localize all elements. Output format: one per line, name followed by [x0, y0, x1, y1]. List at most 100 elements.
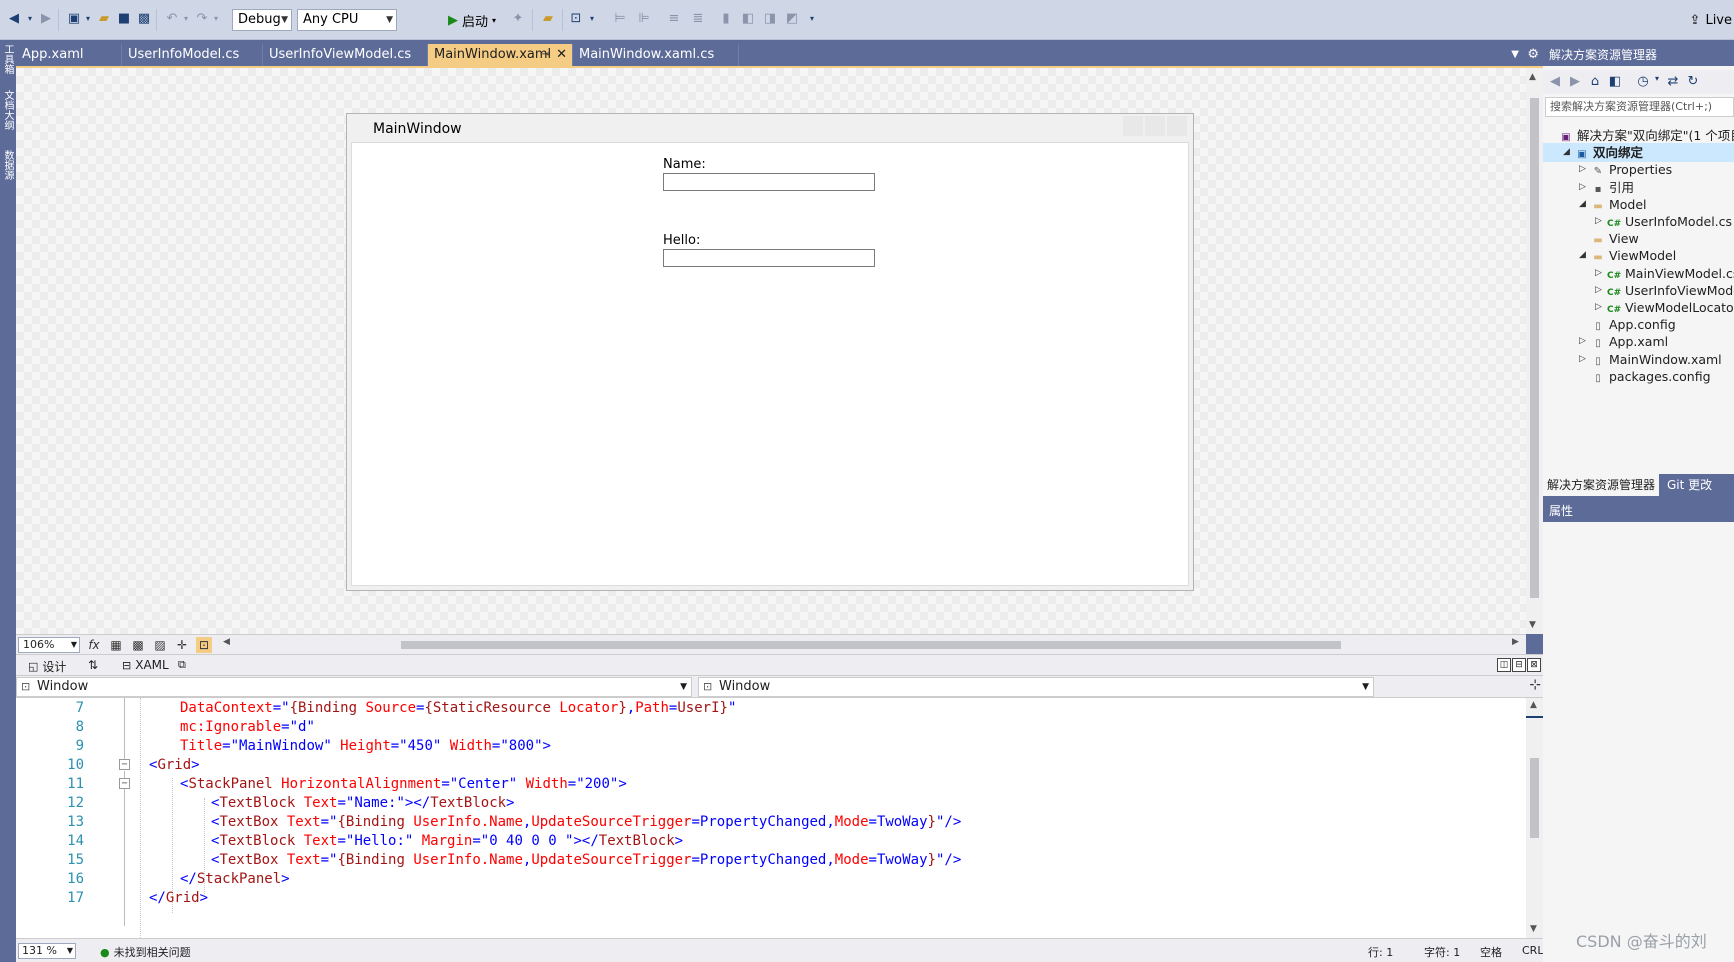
refresh-icon[interactable]: ↻	[1685, 74, 1701, 89]
name-label[interactable]: Name:	[663, 157, 706, 172]
fire-icon[interactable]: ✦	[510, 11, 526, 27]
sync-icon[interactable]: ⇄	[1665, 74, 1681, 89]
tree-item[interactable]: ▯ packages.config	[1543, 367, 1734, 386]
rail-document-outline[interactable]: 文档大纲	[1, 90, 15, 130]
swap-panes-button[interactable]: ⇅	[88, 658, 98, 672]
collapsed-arrow-icon[interactable]: ▷	[1595, 212, 1602, 231]
tree-item[interactable]: ▬ View	[1543, 229, 1734, 248]
code-line[interactable]: 15 <TextBox Text="{Binding UserInfo.Name,…	[16, 850, 1526, 871]
start-dropdown-icon[interactable]: ▾	[492, 16, 496, 25]
hello-label[interactable]: Hello:	[663, 233, 700, 248]
collapsed-arrow-icon[interactable]: ▷	[1595, 298, 1602, 317]
tab-solution-explorer[interactable]: 解决方案资源管理器	[1543, 474, 1660, 496]
tree-item[interactable]: ◢ ▬ ViewModel	[1543, 246, 1734, 265]
gear-icon[interactable]: ⚙	[1527, 44, 1539, 66]
tree-item[interactable]: ▷ C# UserInfoModel.cs	[1543, 212, 1734, 231]
formula-icon[interactable]: fx	[86, 637, 102, 653]
tree-item[interactable]: ▷C#ViewModelLocator.cs	[1543, 298, 1734, 317]
open-file-icon[interactable]: ▰	[96, 11, 112, 27]
collapse-icon[interactable]: −	[119, 778, 130, 789]
forward-icon[interactable]: ▶	[38, 11, 54, 27]
tab-git-changes[interactable]: Git 更改	[1663, 474, 1716, 496]
config-combo[interactable]: Debug ▼	[232, 9, 292, 31]
collapse-icon[interactable]: −	[119, 759, 130, 770]
solution-search-input[interactable]: 搜索解决方案资源管理器(Ctrl+;)	[1545, 97, 1734, 117]
collapsed-arrow-icon[interactable]: ▷	[1579, 178, 1586, 197]
undo-dropdown-icon[interactable]: ▾	[178, 11, 194, 27]
designer-horizontal-scrollbar[interactable]	[401, 641, 1341, 649]
device-preview-icon[interactable]: ⊡	[196, 637, 212, 653]
scroll-right-icon[interactable]: ▶	[1512, 637, 1519, 647]
comment-icon[interactable]: ≡	[666, 11, 682, 27]
code-line[interactable]: 16 </StackPanel>	[16, 869, 1526, 890]
tree-item[interactable]: ▷ ✎ Properties	[1543, 160, 1734, 179]
filter-dropdown-icon[interactable]: ▾	[1649, 74, 1665, 83]
hello-textbox[interactable]	[663, 249, 875, 267]
whitespace-indicator[interactable]: 空格	[1480, 944, 1502, 960]
code-line[interactable]: 13 <TextBox Text="{Binding UserInfo.Name,…	[16, 812, 1526, 833]
scroll-down-icon[interactable]: ▼	[1530, 924, 1537, 934]
designer-vertical-scrollbar[interactable]: ▲ ▼	[1526, 68, 1543, 634]
screenshot-icon[interactable]: ⊡	[568, 11, 584, 27]
char-indicator[interactable]: 字符: 1	[1424, 944, 1460, 960]
collapsed-arrow-icon[interactable]: ▷	[1579, 160, 1586, 179]
tree-item[interactable]: ▯ App.config	[1543, 315, 1734, 334]
code-line[interactable]: 9 Title="MainWindow" Height="450" Width="…	[16, 736, 1526, 757]
rail-toolbox[interactable]: 工具箱	[1, 44, 15, 74]
designer-zoom-combo[interactable]: 106% ▼	[18, 637, 80, 653]
snap-lines-icon[interactable]: ✛	[174, 637, 190, 653]
tab-list-dropdown-icon[interactable]: ▼	[1511, 44, 1519, 66]
uncomment-icon[interactable]: ≣	[690, 11, 706, 27]
tab-userinfomodel-cs[interactable]: UserInfoModel.cs	[122, 44, 263, 66]
screenshot-dropdown-icon[interactable]: ▾	[584, 11, 600, 27]
vertical-split-icon[interactable]: ◫	[1497, 658, 1511, 672]
code-line[interactable]: 17 </Grid>	[16, 888, 1526, 909]
collapse-pane-icon[interactable]: ⊠	[1527, 658, 1541, 672]
left-element-combo[interactable]: ⊡ Window ▼	[16, 677, 692, 697]
right-element-combo[interactable]: ⊡ Window ▼	[698, 677, 1374, 697]
tab-design[interactable]: ◱ 设计	[28, 658, 66, 675]
expanded-arrow-icon[interactable]: ◢	[1579, 195, 1586, 214]
horizontal-split-icon[interactable]: ⊟	[1512, 658, 1526, 672]
snap-grid-icon[interactable]: ▩	[130, 637, 146, 653]
tree-item[interactable]: ◢ ▬ Model	[1543, 195, 1734, 214]
switch-views-icon[interactable]: ◧	[1607, 74, 1623, 89]
designer-window-preview[interactable]: MainWindow Name: Hello:	[346, 113, 1194, 591]
xaml-code-editor[interactable]: 7 DataContext="{Binding Source={StaticRes…	[16, 698, 1526, 938]
align-left-icon[interactable]: ⊨	[612, 11, 628, 27]
grid-icon[interactable]: ▦	[108, 637, 124, 653]
code-line[interactable]: 14 <TextBlock Text="Hello:" Margin="0 40 …	[16, 831, 1526, 852]
pin-icon[interactable]: ⊸	[542, 44, 550, 66]
back-icon[interactable]: ◀	[6, 11, 22, 27]
tab-mainwindow-xaml-cs[interactable]: MainWindow.xaml.cs	[573, 44, 739, 66]
tree-item[interactable]: ▷ ▯ MainWindow.xaml	[1543, 350, 1734, 369]
scroll-up-icon[interactable]: ▲	[1529, 72, 1536, 82]
name-textbox[interactable]	[663, 173, 875, 191]
tab-xaml[interactable]: ⊟ XAML	[122, 658, 169, 672]
scroll-up-icon[interactable]: ▲	[1530, 700, 1537, 710]
prev-bookmark-icon[interactable]: ◧	[740, 11, 756, 27]
platform-combo[interactable]: Any CPU ▼	[297, 9, 397, 31]
code-line[interactable]: 11 − <StackPanel HorizontalAlignment="Cent…	[16, 774, 1526, 795]
tree-item[interactable]: ▷ ▯ App.xaml	[1543, 332, 1734, 351]
find-in-files-icon[interactable]: ▰	[540, 11, 556, 27]
code-line[interactable]: 12 <TextBlock Text="Name:"></TextBlock>	[16, 793, 1526, 814]
next-bookmark-icon[interactable]: ◨	[762, 11, 778, 27]
tab-userinfoviewmodel-cs[interactable]: UserInfoViewModel.cs	[263, 44, 428, 66]
align-right-icon[interactable]: ⊫	[636, 11, 652, 27]
save-all-icon[interactable]: ▩	[136, 11, 152, 27]
redo-dropdown-icon[interactable]: ▾	[208, 11, 224, 27]
tree-item[interactable]: ▷C#UserInfoViewModel.cs	[1543, 281, 1734, 300]
collapsed-arrow-icon[interactable]: ▷	[1595, 264, 1602, 283]
editor-vertical-scrollbar[interactable]: ▲ ▼	[1526, 698, 1543, 938]
tab-app-xaml[interactable]: App.xaml	[16, 44, 122, 66]
forward-icon[interactable]: ▶	[1567, 74, 1583, 89]
back-icon[interactable]: ◀	[1547, 74, 1563, 89]
start-button[interactable]: ▶ 启动 ▾	[448, 9, 496, 31]
toolbar-overflow-icon[interactable]: ▾	[804, 11, 820, 27]
line-indicator[interactable]: 行: 1	[1368, 944, 1393, 960]
tree-item[interactable]: ▷ ▪ 引用	[1543, 178, 1734, 197]
tree-item[interactable]: ▣ 解决方案"双向绑定"(1 个项目	[1543, 126, 1734, 145]
scrollbar-thumb[interactable]	[1530, 758, 1539, 838]
tab-mainwindow-xaml[interactable]: MainWindow.xaml ⊸ ✕	[428, 44, 573, 66]
